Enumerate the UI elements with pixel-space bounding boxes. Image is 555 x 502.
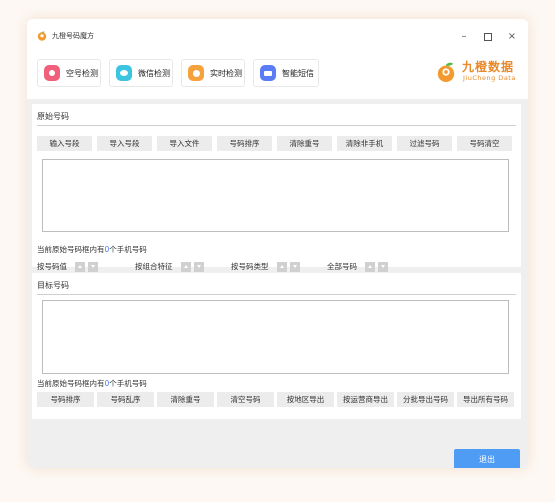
orange-logo-icon — [437, 62, 455, 82]
content-area: 原始号码 输入号段 导入号段 导入文件 号码排序 清除重号 清除非手机 过滤号码… — [27, 99, 528, 468]
import-file-button[interactable]: 导入文件 — [157, 136, 212, 151]
input-segment-button[interactable]: 输入号段 — [37, 136, 92, 151]
sort-numbers-button[interactable]: 号码排序 — [217, 136, 272, 151]
title-bar: 九橙号码魔方 – × — [27, 19, 528, 49]
brand-logo: 九橙数据 JiuCheng Data — [436, 57, 522, 91]
original-numbers-title: 原始号码 — [37, 112, 69, 121]
app-logo-icon — [37, 31, 47, 41]
divider — [37, 294, 516, 295]
exit-button[interactable]: 退出 — [454, 449, 520, 468]
sort-by-value-label: 按号码值 — [37, 262, 67, 271]
minimize-icon[interactable]: – — [458, 31, 470, 43]
brand-name-cn: 九橙数据 — [462, 60, 515, 74]
original-numbers-panel: 原始号码 输入号段 导入号段 导入文件 号码排序 清除重号 清除非手机 过滤号码… — [32, 104, 521, 272]
divider — [37, 125, 516, 126]
sort-desc-icon[interactable] — [378, 261, 388, 272]
realtime-check-label: 实时检测 — [210, 68, 242, 78]
sort-asc-icon[interactable] — [180, 261, 191, 272]
import-segment-button[interactable]: 导入号段 — [97, 136, 152, 151]
empty-number-check-label: 空号检测 — [66, 68, 98, 78]
original-button-row: 输入号段 导入号段 导入文件 号码排序 清除重号 清除非手机 过滤号码 号码清空 — [37, 136, 512, 151]
export-by-region-button[interactable]: 按地区导出 — [277, 392, 334, 407]
target-numbers-textarea[interactable] — [42, 300, 509, 374]
shuffle-button[interactable]: 号码乱序 — [97, 392, 154, 407]
sort-asc-icon[interactable] — [75, 261, 85, 272]
export-all-button[interactable]: 导出所有号码 — [457, 392, 514, 407]
sort-by-value: 按号码值 — [37, 261, 98, 272]
sms-icon — [260, 65, 276, 81]
target-count-suffix: 个手机号码 — [109, 379, 147, 388]
maximize-icon[interactable] — [482, 31, 494, 43]
sort-desc-icon[interactable] — [88, 261, 98, 272]
close-icon[interactable]: × — [506, 31, 518, 43]
sort-desc-icon[interactable] — [193, 261, 204, 272]
brand-name-en: JiuCheng Data — [463, 74, 516, 82]
window-title: 九橙号码魔方 — [52, 32, 94, 40]
target-remove-duplicates-button[interactable]: 清除重号 — [157, 392, 214, 407]
clear-target-button[interactable]: 清空号码 — [217, 392, 274, 407]
app-window: 九橙号码魔方 – × 空号检测 微信检测 实时检测 智能短信 九橙数据 JiuC… — [27, 19, 528, 468]
filter-numbers-button[interactable]: 过滤号码 — [397, 136, 452, 151]
clear-numbers-button[interactable]: 号码清空 — [457, 136, 512, 151]
original-count-prefix: 当前原始号码框内有 — [37, 245, 105, 254]
target-sort-button[interactable]: 号码排序 — [37, 392, 94, 407]
sort-asc-icon[interactable] — [365, 261, 375, 272]
target-numbers-panel: 目标号码 当前原始号码框内有0个手机号码 号码排序 号码乱序 清除重号 清空号码… — [32, 273, 521, 419]
realtime-icon — [188, 65, 204, 81]
sort-all-label: 全部号码 — [327, 262, 357, 271]
sort-all-numbers: 全部号码 — [327, 261, 388, 272]
target-count-text: 当前原始号码框内有0个手机号码 — [37, 378, 147, 389]
sort-by-combination: 按组合特征 — [135, 261, 204, 272]
empty-number-check-button[interactable]: 空号检测 — [37, 59, 101, 87]
original-count-text: 当前原始号码框内有0个手机号码 — [37, 244, 147, 255]
toolbar: 空号检测 微信检测 实时检测 智能短信 九橙数据 JiuCheng Data — [27, 49, 528, 99]
smart-sms-button[interactable]: 智能短信 — [253, 59, 319, 87]
export-by-carrier-button[interactable]: 按运营商导出 — [337, 392, 394, 407]
wechat-icon — [116, 65, 132, 81]
sort-by-type-label: 按号码类型 — [231, 262, 269, 271]
target-count-prefix: 当前原始号码框内有 — [37, 379, 105, 388]
original-numbers-textarea[interactable] — [42, 159, 509, 232]
wechat-check-button[interactable]: 微信检测 — [109, 59, 173, 87]
remove-duplicates-button[interactable]: 清除重号 — [277, 136, 332, 151]
wechat-check-label: 微信检测 — [138, 68, 170, 78]
empty-number-icon — [44, 65, 60, 81]
target-numbers-title: 目标号码 — [37, 281, 69, 290]
sort-by-combination-label: 按组合特征 — [135, 262, 173, 271]
batch-export-button[interactable]: 分批导出号码 — [397, 392, 454, 407]
remove-non-mobile-button[interactable]: 清除非手机 — [337, 136, 392, 151]
realtime-check-button[interactable]: 实时检测 — [181, 59, 245, 87]
smart-sms-label: 智能短信 — [282, 68, 314, 78]
sort-asc-icon[interactable] — [276, 261, 287, 272]
target-button-row: 号码排序 号码乱序 清除重号 清空号码 按地区导出 按运营商导出 分批导出号码 … — [37, 392, 514, 407]
original-count-suffix: 个手机号码 — [109, 245, 147, 254]
sort-by-type: 按号码类型 — [231, 261, 300, 272]
sort-desc-icon[interactable] — [289, 261, 300, 272]
